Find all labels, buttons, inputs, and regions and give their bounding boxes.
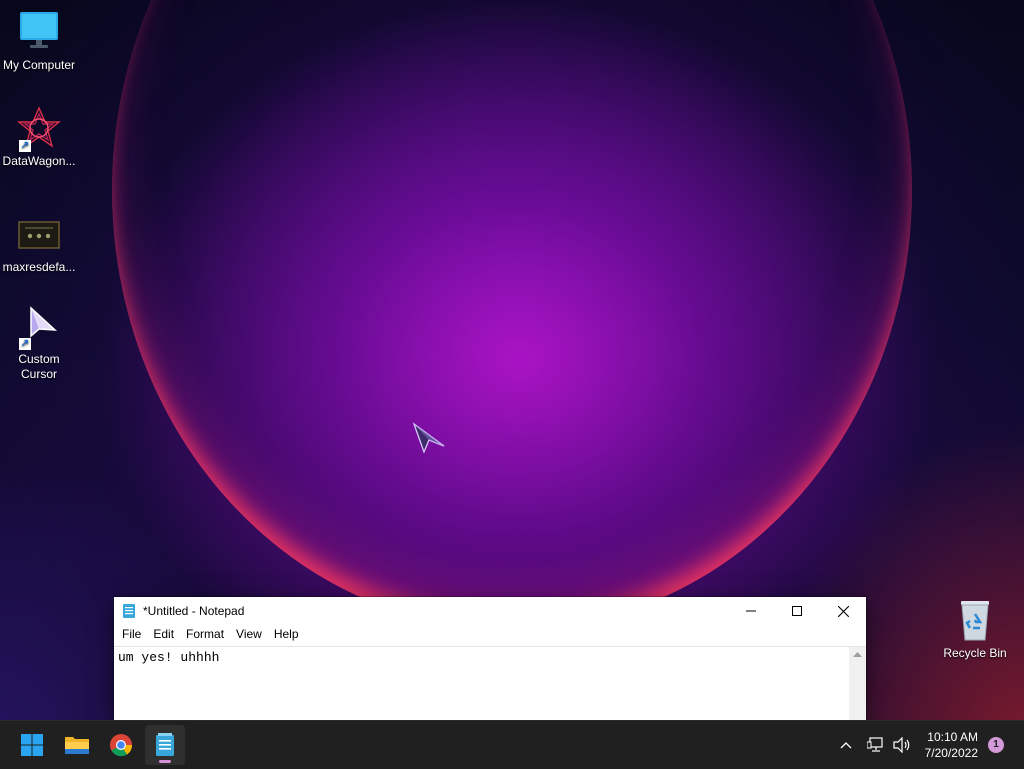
vertical-scrollbar[interactable] (849, 647, 866, 720)
menu-file[interactable]: File (116, 625, 147, 645)
active-app-indicator (159, 760, 171, 763)
desktop-icon-my-computer[interactable]: My Computer (0, 10, 78, 73)
notepad-title-bar[interactable]: *Untitled - Notepad (114, 597, 866, 625)
desktop-icon-recycle-bin[interactable]: Recycle Bin (936, 598, 1014, 661)
system-tray (836, 721, 914, 769)
scroll-up-arrow-icon[interactable] (849, 647, 866, 661)
desktop-icon-label: DataWagon... (2, 154, 76, 168)
desktop-icon-custom-cursor[interactable]: ↗ Custom Cursor (0, 304, 78, 382)
text-editor-area[interactable]: um yes! uhhhh (114, 646, 866, 720)
menu-help[interactable]: Help (268, 625, 305, 645)
desktop-icon-label: maxresdefa... (2, 260, 76, 274)
desktop-icon-datawagon[interactable]: ↗ DataWagon... (0, 106, 78, 169)
cursor-arrow-icon: ↗ (17, 304, 61, 350)
minimize-button[interactable] (728, 597, 774, 625)
close-icon (837, 605, 849, 617)
minimize-icon (746, 610, 756, 612)
image-thumbnail-icon (17, 212, 61, 256)
windows-start-icon (21, 734, 43, 756)
taskbar-notepad[interactable] (145, 725, 185, 765)
datawagon-logo-icon: ↗ (17, 106, 61, 152)
monitor-icon (17, 10, 61, 54)
notification-badge[interactable]: 1 (988, 737, 1004, 753)
menu-edit[interactable]: Edit (147, 625, 180, 645)
mouse-pointer-icon (412, 422, 448, 461)
shortcut-arrow-icon: ↗ (19, 338, 31, 350)
network-icon[interactable] (862, 737, 890, 753)
folder-icon (65, 737, 89, 754)
start-button[interactable] (12, 725, 52, 765)
menu-view[interactable]: View (230, 625, 268, 645)
menu-format[interactable]: Format (180, 625, 230, 645)
wallpaper-bloom (112, 0, 912, 630)
window-title: *Untitled - Notepad (143, 604, 245, 618)
maximize-icon (792, 606, 802, 616)
clock-date: 7/20/2022 (924, 746, 978, 760)
desktop-icon-label: My Computer (2, 58, 76, 72)
notepad-icon (156, 733, 174, 756)
taskbar: 10:10 AM 7/20/2022 1 (0, 720, 1024, 769)
volume-icon[interactable] (890, 737, 914, 753)
chevron-up-icon[interactable] (836, 741, 856, 749)
recycle-bin-icon (953, 598, 997, 642)
clock-time: 10:10 AM (927, 730, 978, 744)
taskbar-chrome[interactable] (101, 725, 141, 765)
chrome-icon (110, 734, 133, 757)
desktop-icon-maxresdefault[interactable]: maxresdefa... (0, 212, 78, 275)
desktop-icon-label: Custom Cursor (18, 352, 60, 381)
notepad-icon (122, 603, 136, 619)
desktop-icon-label: Recycle Bin (943, 646, 1007, 660)
close-button[interactable] (820, 597, 866, 625)
menu-bar: File Edit Format View Help (114, 625, 866, 645)
clock[interactable]: 10:10 AM 7/20/2022 (925, 729, 978, 761)
shortcut-arrow-icon: ↗ (19, 140, 31, 152)
notepad-window[interactable]: *Untitled - Notepad File Edit Format Vie… (114, 597, 866, 720)
maximize-button[interactable] (774, 597, 820, 625)
taskbar-file-explorer[interactable] (57, 725, 97, 765)
